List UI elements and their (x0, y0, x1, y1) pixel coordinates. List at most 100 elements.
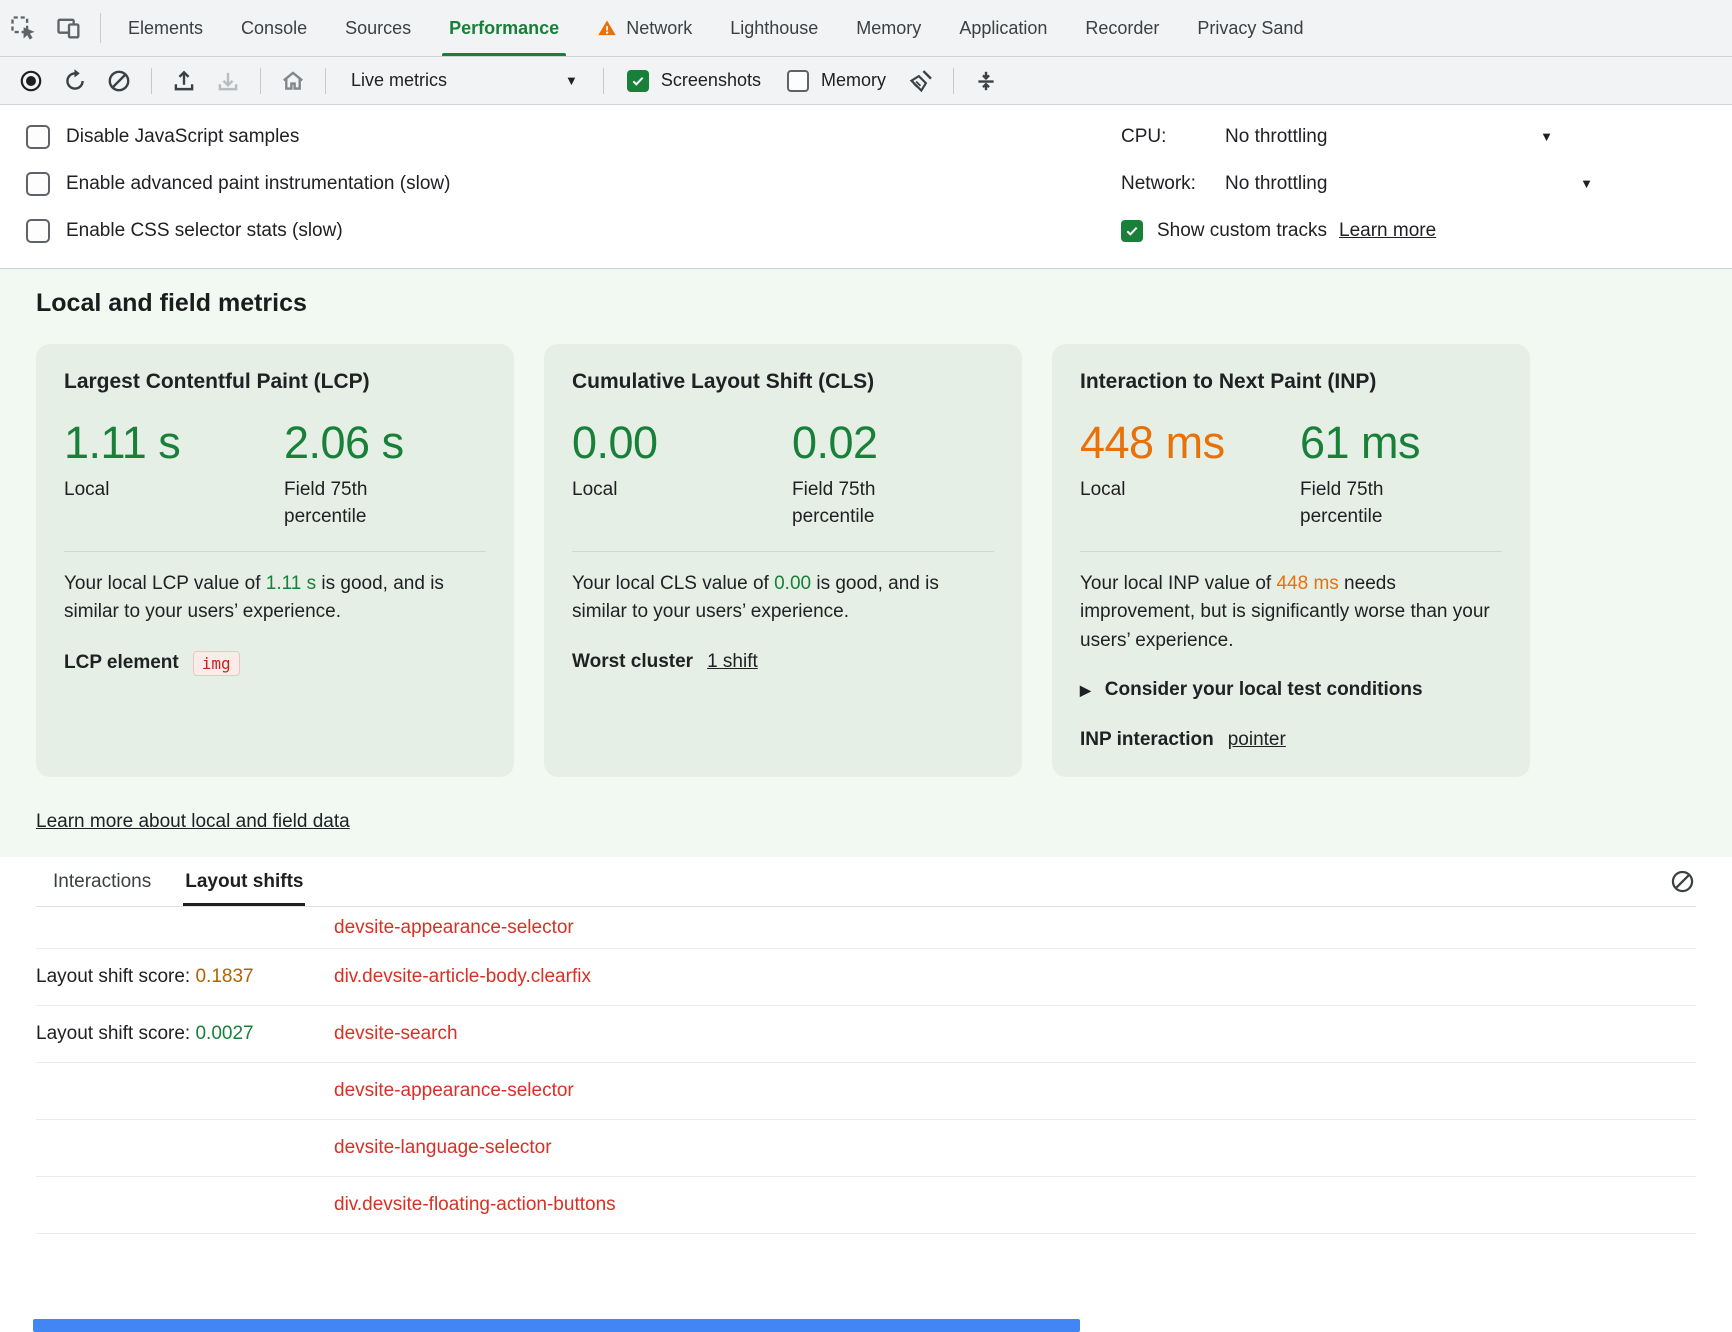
local-metric-value: 1.11 s (64, 418, 284, 468)
metric-description: Your local INP value of 448 ms needs imp… (1080, 570, 1502, 656)
divider (1080, 551, 1502, 552)
inspect-element-button[interactable] (0, 0, 46, 56)
field-metric-label: Field 75th percentile (284, 476, 444, 531)
element-link[interactable]: devsite-appearance-selector (334, 1080, 574, 1102)
section-heading: Local and field metrics (36, 289, 1696, 318)
block-icon (106, 68, 132, 94)
upload-icon (171, 68, 197, 94)
collapse-icon (973, 68, 999, 94)
local-field-metrics-section: Local and field metrics Largest Contentf… (0, 269, 1732, 857)
layout-shift-row[interactable]: div.devsite-floating-action-buttons (36, 1177, 1696, 1234)
inp-interaction-link[interactable]: pointer (1228, 729, 1286, 751)
home-icon (280, 68, 306, 94)
live-metrics-view: Local and field metrics Largest Contentf… (0, 269, 1732, 1234)
home-button[interactable] (272, 62, 314, 100)
tab-privacy-sandbox[interactable]: Privacy Sand (1178, 0, 1322, 56)
record-button[interactable] (10, 62, 52, 100)
field-metric-value: 0.02 (792, 418, 952, 468)
learn-more-field-data-link[interactable]: Learn more about local and field data (36, 811, 350, 833)
footer-label: Worst cluster (572, 651, 693, 673)
tab-interactions[interactable]: Interactions (36, 857, 168, 906)
capture-settings-pane: Disable JavaScript samples Enable advanc… (0, 105, 1732, 269)
network-throttling-select[interactable]: Network: No throttling ▼ (1121, 160, 1553, 207)
layout-shift-row[interactable]: devsite-appearance-selector (36, 907, 1696, 949)
layout-shift-row[interactable]: devsite-appearance-selector (36, 1063, 1696, 1120)
tab-memory[interactable]: Memory (837, 0, 940, 56)
local-test-conditions-disclosure[interactable]: ▶ Consider your local test conditions (1080, 679, 1502, 701)
clear-button[interactable] (98, 62, 140, 100)
devtools-tabbar: Elements Console Sources Performance Net… (0, 0, 1732, 57)
worst-cluster-link[interactable]: 1 shift (707, 651, 758, 673)
checkbox-unchecked-icon (787, 70, 809, 92)
divider (603, 68, 604, 94)
record-icon (18, 68, 44, 94)
element-link[interactable]: devsite-search (334, 1023, 458, 1045)
download-icon (215, 68, 241, 94)
throttling-settings: CPU: No throttling ▼ Network: No throttl… (1121, 113, 1553, 254)
chevron-down-icon: ▼ (1580, 176, 1593, 191)
tab-lighthouse[interactable]: Lighthouse (711, 0, 837, 56)
local-metric-value: 448 ms (1080, 418, 1300, 468)
selection-highlight-strip[interactable] (33, 1319, 1080, 1332)
footer-label: INP interaction (1080, 729, 1214, 751)
device-toolbar-button[interactable] (46, 0, 92, 56)
capture-settings-button[interactable] (965, 62, 1007, 100)
save-profile-button[interactable] (207, 62, 249, 100)
history-dropdown[interactable]: Live metrics ▼ (337, 70, 592, 91)
tab-application[interactable]: Application (940, 0, 1066, 56)
tab-console[interactable]: Console (222, 0, 326, 56)
tab-elements[interactable]: Elements (109, 0, 222, 56)
local-metric-label: Local (1080, 476, 1300, 504)
logs-tabbar: Interactions Layout shifts (36, 857, 1696, 907)
device-toolbar-icon (55, 14, 83, 42)
divider (325, 68, 326, 94)
tab-sources[interactable]: Sources (326, 0, 430, 56)
element-link[interactable]: devsite-language-selector (334, 1137, 552, 1159)
cpu-throttling-select[interactable]: CPU: No throttling ▼ (1121, 113, 1553, 160)
field-metric-value: 2.06 s (284, 418, 444, 468)
lcp-element-chip[interactable]: img (193, 651, 240, 676)
local-metric-value: 0.00 (572, 418, 792, 468)
element-link[interactable]: div.devsite-floating-action-buttons (334, 1194, 616, 1216)
divider (64, 551, 486, 552)
chevron-down-icon: ▼ (565, 73, 578, 88)
score-value: 0.1837 (195, 966, 253, 987)
reload-and-record-button[interactable] (54, 62, 96, 100)
score-label: Layout shift score: (36, 966, 195, 987)
tab-network[interactable]: Network (578, 0, 711, 56)
load-profile-button[interactable] (163, 62, 205, 100)
learn-more-link[interactable]: Learn more (1339, 220, 1436, 242)
block-icon (1669, 868, 1696, 895)
layout-shift-row[interactable]: Layout shift score: 0.0027 devsite-searc… (36, 1006, 1696, 1063)
tab-performance[interactable]: Performance (430, 0, 578, 56)
clear-log-button[interactable] (1669, 868, 1696, 895)
field-metric-label: Field 75th percentile (1300, 476, 1460, 531)
chevron-down-icon: ▼ (1540, 129, 1553, 144)
show-custom-tracks-checkbox[interactable]: Show custom tracks Learn more (1121, 207, 1553, 254)
checkbox-checked-icon (627, 70, 649, 92)
divider (953, 68, 954, 94)
field-metric-value: 61 ms (1300, 418, 1460, 468)
metric-card-cls: Cumulative Layout Shift (CLS) 0.00 Local… (544, 344, 1022, 777)
local-metric-label: Local (64, 476, 284, 504)
tab-layout-shifts[interactable]: Layout shifts (168, 857, 320, 906)
metric-description: Your local CLS value of 0.00 is good, an… (572, 570, 994, 627)
memory-checkbox[interactable]: Memory (775, 70, 898, 92)
collect-garbage-icon (908, 68, 934, 94)
screenshots-checkbox[interactable]: Screenshots (615, 70, 773, 92)
element-link[interactable]: devsite-appearance-selector (334, 917, 574, 939)
layout-shift-row[interactable]: devsite-language-selector (36, 1120, 1696, 1177)
collect-garbage-button[interactable] (900, 62, 942, 100)
metric-card-title: Largest Contentful Paint (LCP) (64, 370, 486, 394)
checkbox-unchecked-icon (26, 125, 50, 149)
inspect-cursor-icon (9, 14, 37, 42)
local-metric-label: Local (572, 476, 792, 504)
field-metric-label: Field 75th percentile (792, 476, 952, 531)
tab-recorder[interactable]: Recorder (1066, 0, 1178, 56)
performance-toolbar: Live metrics ▼ Screenshots Memory (0, 57, 1732, 105)
element-link[interactable]: div.devsite-article-body.clearfix (334, 966, 591, 988)
divider (151, 68, 152, 94)
warning-icon (597, 18, 617, 38)
divider (260, 68, 261, 94)
layout-shift-row[interactable]: Layout shift score: 0.1837 div.devsite-a… (36, 949, 1696, 1006)
